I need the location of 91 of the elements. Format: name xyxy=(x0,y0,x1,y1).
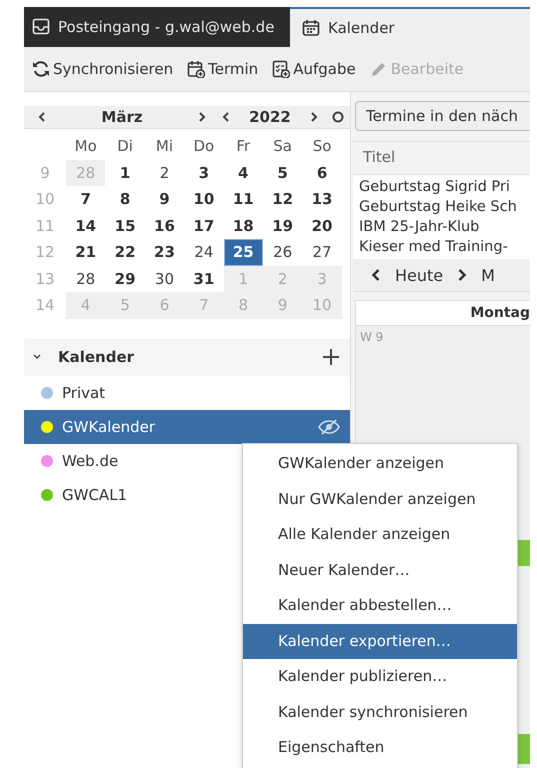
calendar-name: Web.de xyxy=(62,452,118,470)
day-cell[interactable]: 21 xyxy=(66,239,106,266)
toolbar-button[interactable]: Aufgabe xyxy=(268,56,364,82)
calendar-plus-icon xyxy=(187,60,206,78)
day-cell[interactable]: 8 xyxy=(105,186,145,212)
menu-item[interactable]: Kalender exportieren… xyxy=(243,624,517,659)
day-cell[interactable]: 30 xyxy=(144,266,184,292)
day-cell[interactable]: 18 xyxy=(224,212,263,239)
week-number: 14 xyxy=(34,295,56,316)
menu-item[interactable]: Neuer Kalender… xyxy=(243,552,517,588)
agenda-item[interactable]: Geburtstag Sigrid Pri xyxy=(359,177,530,197)
day-cell[interactable]: 9 xyxy=(144,186,184,212)
agenda-item[interactable]: Geburtstag Heike Sch xyxy=(359,197,530,217)
day-cell[interactable]: 31 xyxy=(184,266,224,292)
day-cell[interactable]: 7 xyxy=(66,186,106,212)
sync-icon xyxy=(32,60,50,78)
previous-icon[interactable] xyxy=(371,267,381,283)
weekday-label: Fr xyxy=(235,136,252,157)
day-cell[interactable]: 29 xyxy=(105,266,145,292)
day-cell[interactable]: 5 xyxy=(262,160,302,186)
menu-item[interactable]: Kalender abbestellen… xyxy=(243,588,517,624)
agenda-item[interactable]: Kieser med Training- xyxy=(359,237,530,257)
week-number: 10 xyxy=(34,189,56,210)
weekday-label: Mi xyxy=(154,136,174,157)
day-cell[interactable]: 20 xyxy=(302,212,342,239)
day-cell[interactable]: 19 xyxy=(262,212,302,239)
menu-item[interactable]: Eigenschaften xyxy=(243,730,517,766)
day-cell[interactable]: 6 xyxy=(302,160,342,186)
checklist-plus-icon xyxy=(272,60,290,78)
week-number: 12 xyxy=(34,242,56,263)
filter-dropdown[interactable]: Termine in den näch xyxy=(355,101,530,131)
week-number: 9 xyxy=(39,162,51,184)
day-cell[interactable]: 1 xyxy=(105,160,145,186)
today-button[interactable]: Heute xyxy=(395,266,444,284)
day-cell[interactable]: 13 xyxy=(302,186,342,212)
add-icon[interactable] xyxy=(322,348,340,366)
next-icon[interactable] xyxy=(198,111,206,123)
month-label: März xyxy=(100,108,144,126)
weekday-label: So xyxy=(312,136,332,157)
weekday-label: Mo xyxy=(74,136,98,157)
eye-crossed-icon[interactable] xyxy=(318,418,340,434)
column-header[interactable]: Titel xyxy=(353,141,530,175)
day-cell[interactable]: 3 xyxy=(184,160,224,186)
today-icon[interactable] xyxy=(332,111,344,123)
day-cell[interactable]: 27 xyxy=(302,239,342,266)
day-cell[interactable]: 14 xyxy=(66,212,106,239)
section-title: Kalender xyxy=(58,348,136,366)
menu-item[interactable]: Alle Kalender anzeigen xyxy=(243,517,517,552)
pencil-icon xyxy=(370,60,388,78)
day-cell[interactable]: 26 xyxy=(262,239,302,266)
tab[interactable]: Kalender xyxy=(290,7,530,47)
day-cell[interactable]: 28 xyxy=(66,266,106,292)
calendar-name: GWKalender xyxy=(62,418,156,436)
day-cell[interactable]: 10 xyxy=(184,186,224,212)
day-cell[interactable]: 11 xyxy=(224,186,263,212)
day-cell[interactable]: 22 xyxy=(105,239,145,266)
day-cell[interactable]: 4 xyxy=(224,160,263,186)
weekday-label: Di xyxy=(116,136,134,157)
calendar-name: Privat xyxy=(62,384,106,402)
calendar-name: GWCAL1 xyxy=(62,486,128,504)
day-cell[interactable]: 17 xyxy=(184,212,224,239)
agenda-item[interactable]: IBM 25-Jahr-Klub xyxy=(359,217,530,237)
previous-icon[interactable] xyxy=(222,111,230,123)
weekday-label: Sa xyxy=(272,136,293,157)
week-label: W 9 xyxy=(359,329,384,346)
toolbar-button[interactable]: Synchronisieren xyxy=(28,56,182,82)
day-cell[interactable]: 12 xyxy=(262,186,302,212)
calendar-list-item[interactable]: Privat xyxy=(24,376,350,410)
calendar-icon xyxy=(302,19,320,37)
week-number: 13 xyxy=(34,268,56,290)
day-cell[interactable]: 16 xyxy=(144,212,184,239)
menu-item[interactable]: Kalender publizieren… xyxy=(243,659,517,694)
previous-icon[interactable] xyxy=(38,111,46,123)
toolbar-button[interactable]: Termin xyxy=(183,56,266,82)
weekday-label: Do xyxy=(192,136,216,157)
menu-item[interactable]: Nur GWKalender anzeigen xyxy=(243,482,517,517)
menu-item[interactable]: GWKalender anzeigen xyxy=(243,446,517,482)
next-icon[interactable] xyxy=(310,111,318,123)
day-cell[interactable]: 15 xyxy=(105,212,145,239)
menu-item[interactable]: Kalender synchronisieren xyxy=(243,694,517,730)
day-cell[interactable]: 23 xyxy=(144,239,184,266)
tab[interactable]: Posteingang - g.wal@web.de xyxy=(24,7,290,47)
day-cell[interactable]: 2 xyxy=(144,160,184,186)
year-label: 2022 xyxy=(248,108,292,126)
view-label: M xyxy=(481,266,495,284)
calendar-list-item[interactable]: GWKalender xyxy=(24,410,350,444)
next-icon[interactable] xyxy=(457,267,468,283)
day-cell[interactable]: 24 xyxy=(184,239,224,266)
day-cell[interactable]: 25 xyxy=(224,239,263,266)
inbox-icon xyxy=(32,18,50,36)
week-number: 11 xyxy=(34,216,56,236)
